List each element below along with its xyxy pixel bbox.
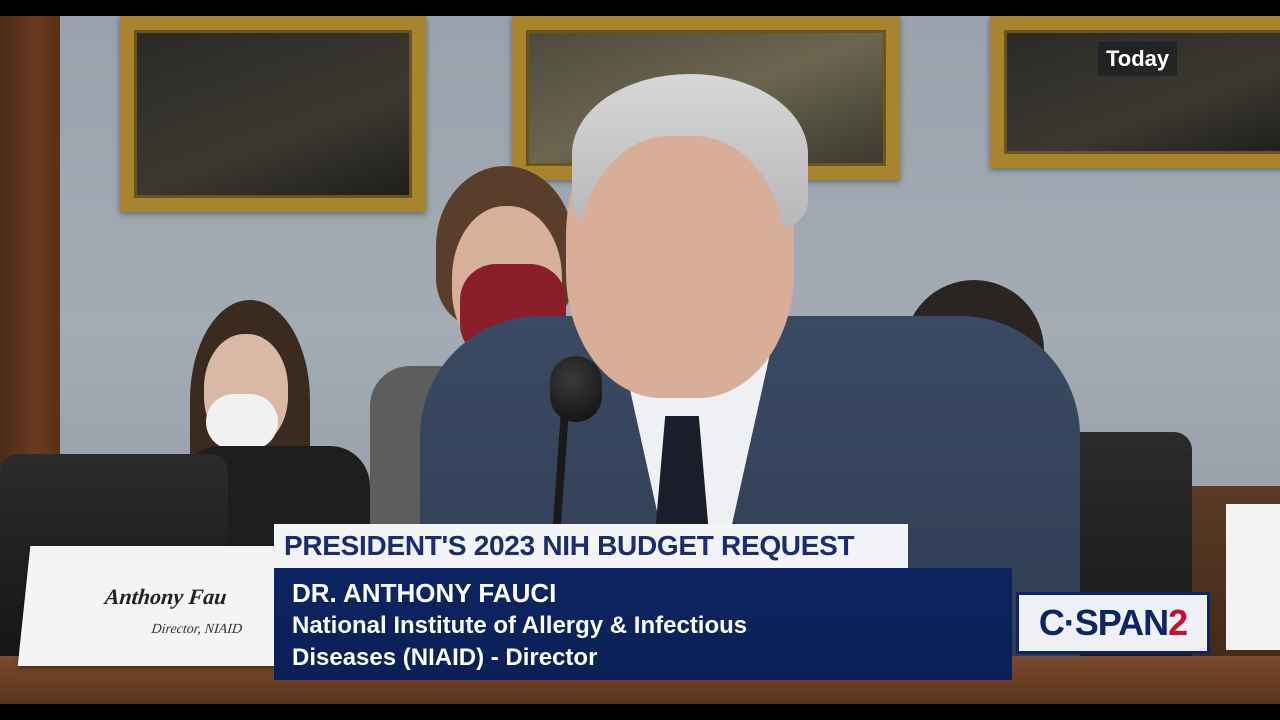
nameplate-right: [1226, 504, 1280, 650]
cspan2-logo: C·SPAN 2: [1016, 592, 1210, 654]
speaker-title-line-2: Diseases (NIAID) - Director: [292, 644, 598, 671]
logo-text: C·SPAN: [1038, 602, 1169, 643]
logo-accent: 2: [1168, 602, 1188, 643]
video-frame: Anthony Fau Director, NIAID Today PRESID…: [0, 0, 1280, 720]
speaker-name: DR. ANTHONY FAUCI: [292, 578, 557, 608]
lower-third-headline: PRESIDENT'S 2023 NIH BUDGET REQUEST: [274, 524, 908, 568]
wooden-door: [0, 16, 60, 486]
nameplate-name: Anthony Fau: [103, 584, 228, 609]
white-face-mask: [206, 394, 278, 450]
lower-third-panel: DR. ANTHONY FAUCI National Institute of …: [274, 568, 1012, 680]
portrait-painting-left: [120, 16, 426, 212]
nameplate: Anthony Fau Director, NIAID: [17, 546, 291, 666]
nameplate-title: Director, NIAID: [150, 622, 243, 637]
microphone: [550, 356, 602, 422]
speaker-title-line-1: National Institute of Allergy & Infectio…: [292, 612, 748, 639]
portrait-painting-right: [990, 16, 1280, 168]
today-badge: Today: [1098, 42, 1178, 76]
